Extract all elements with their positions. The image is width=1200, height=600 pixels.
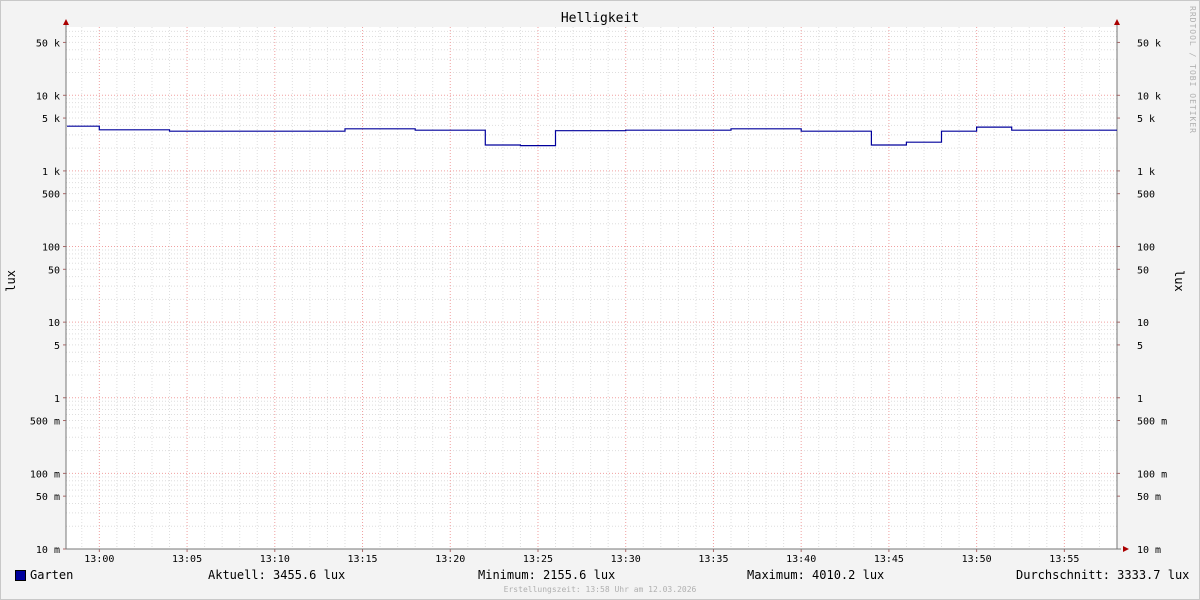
y-tick-label-right: 5 k <box>1137 114 1155 125</box>
x-tick-label: 13:25 <box>523 554 553 565</box>
x-tick-label: 13:35 <box>698 554 728 565</box>
y-tick-label-right: 10 <box>1137 318 1149 329</box>
x-tick-label: 13:05 <box>172 554 202 565</box>
y-tick-label-left: 5 <box>54 341 60 352</box>
y-tick-label-left: 50 k <box>36 38 60 49</box>
x-tick-label: 13:40 <box>786 554 816 565</box>
y-tick-label-left: 1 <box>54 394 60 405</box>
x-tick-label: 13:10 <box>260 554 290 565</box>
y-tick-label-left: 10 k <box>36 91 60 102</box>
x-tick-label: 13:20 <box>435 554 465 565</box>
legend-series-name: Garten <box>30 568 74 582</box>
y-tick-label-left: 1 k <box>42 167 60 178</box>
y-tick-label-right: 5 <box>1137 341 1143 352</box>
y-tick-label-left: 10 <box>48 318 60 329</box>
x-tick-label: 13:30 <box>611 554 641 565</box>
legend-durchschnitt: Durchschnitt: 3333.7 lux <box>1016 568 1190 582</box>
y-tick-label-right: 100 m <box>1137 469 1167 480</box>
y-axis-label-left: lux <box>4 270 18 292</box>
y-tick-label-left: 5 k <box>42 114 60 125</box>
x-tick-label: 13:00 <box>84 554 114 565</box>
y-tick-label-left: 500 m <box>30 417 60 428</box>
y-tick-label-left: 100 <box>42 243 60 254</box>
y-tick-label-right: 500 m <box>1137 417 1167 428</box>
y-tick-label-right: 50 k <box>1137 38 1161 49</box>
rrdtool-watermark: RRDTOOL / TOBI OETIKER <box>1188 6 1197 134</box>
x-tick-label: 13:15 <box>347 554 377 565</box>
legend-swatch <box>15 570 26 581</box>
y-tick-label-left: 500 <box>42 190 60 201</box>
y-tick-label-right: 1 k <box>1137 167 1155 178</box>
x-tick-label: 13:50 <box>962 554 992 565</box>
y-tick-label-left: 100 m <box>30 469 60 480</box>
legend-minimum: Minimum: 2155.6 lux <box>478 568 616 582</box>
y-tick-label-right: 10 k <box>1137 91 1161 102</box>
y-tick-label-right: 500 <box>1137 190 1155 201</box>
legend-maximum: Maximum: 4010.2 lux <box>747 568 885 582</box>
y-tick-label-left: 50 <box>48 265 60 276</box>
y-axis-label-right: lux <box>1172 270 1186 292</box>
x-axis-arrow <box>1123 546 1129 552</box>
chart-title: Helligkeit <box>560 11 640 26</box>
footer-timestamp: Erstellungszeit: 13:58 Uhr am 12.03.2026 <box>503 585 697 594</box>
y-tick-label-right: 1 <box>1137 394 1143 405</box>
y-tick-label-right: 10 m <box>1137 545 1161 556</box>
y-tick-label-right: 50 m <box>1137 492 1161 503</box>
y-tick-label-left: 10 m <box>36 545 60 556</box>
legend-aktuell: Aktuell: 3455.6 lux <box>208 568 346 582</box>
x-tick-label: 13:55 <box>1049 554 1079 565</box>
x-tick-label: 13:45 <box>874 554 904 565</box>
y-tick-label-right: 50 <box>1137 265 1149 276</box>
y-tick-label-right: 100 <box>1137 243 1155 254</box>
y-tick-label-left: 50 m <box>36 492 60 503</box>
chart-plot: 13:00 13:05 13:10 13:15 13:20 13:25 13:30 13:35… <box>30 19 1167 565</box>
